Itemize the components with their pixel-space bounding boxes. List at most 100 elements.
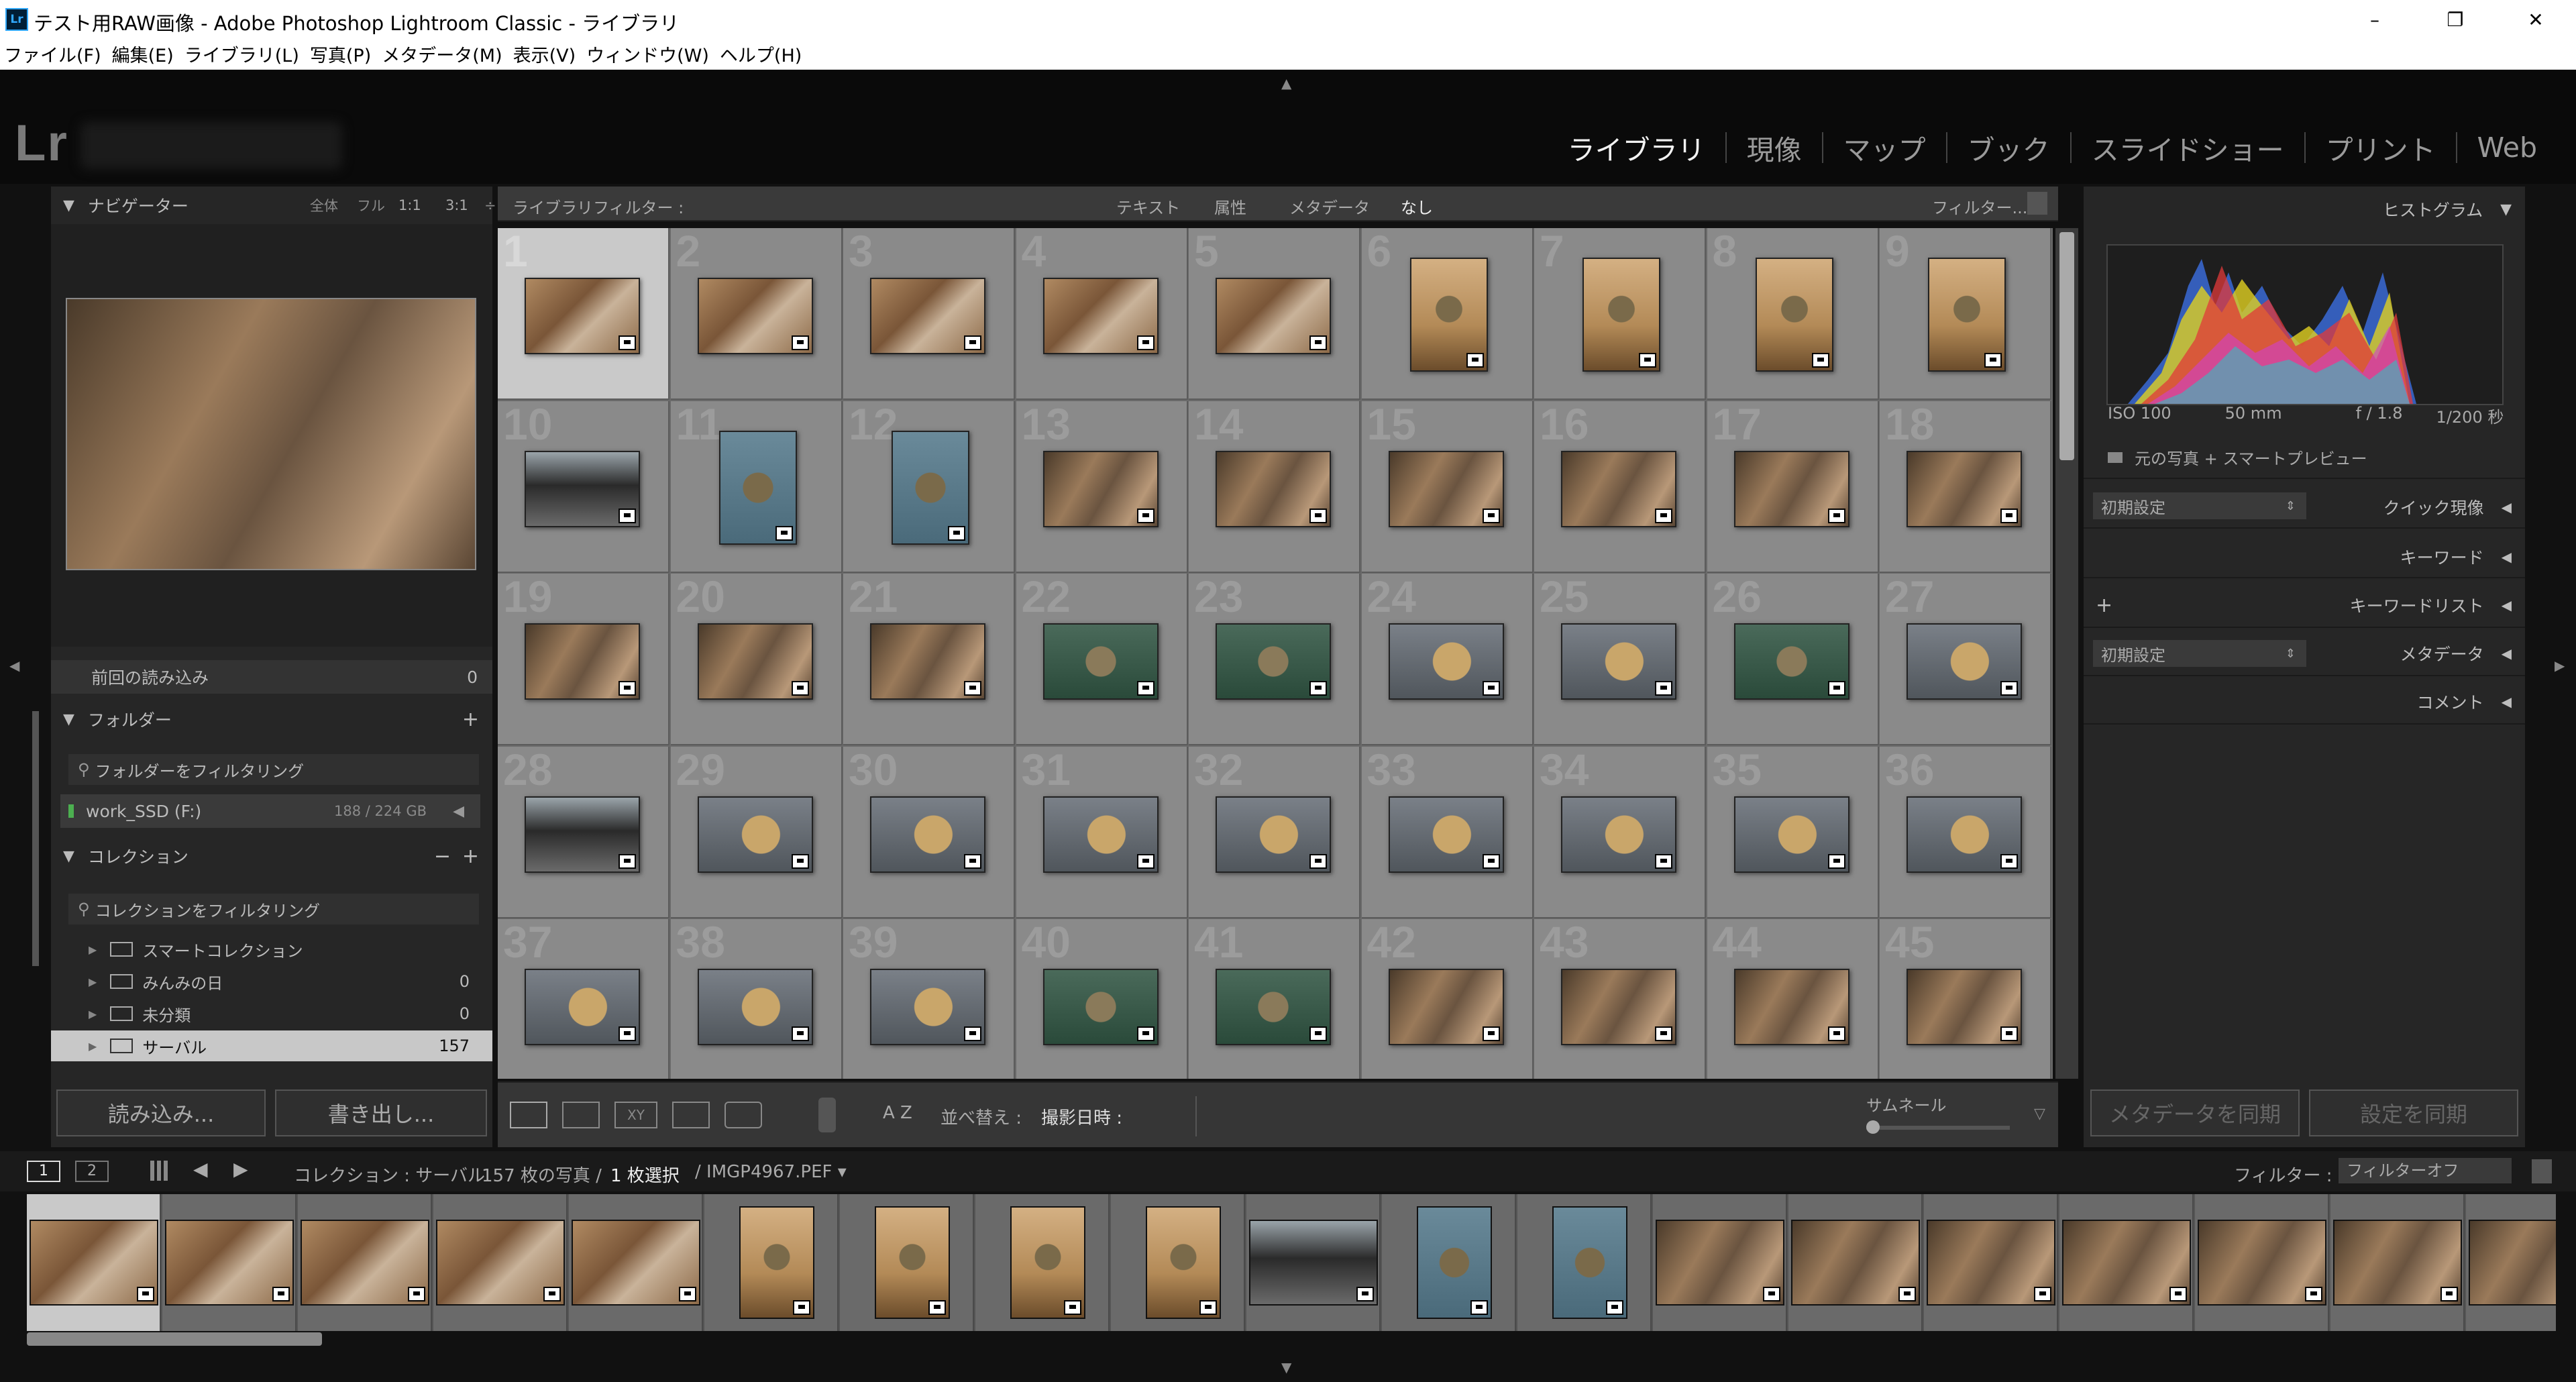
expand-triangle-icon[interactable]: ▶ (89, 1040, 97, 1053)
metadata-badge-icon[interactable] (2000, 1026, 2018, 1041)
zoom-fit[interactable]: 全体 (310, 195, 338, 215)
grid-cell[interactable]: 24 (1361, 572, 1534, 745)
filmstrip-thumbnail[interactable] (1249, 1220, 1378, 1306)
folder-filter-input[interactable]: ⚲ フォルダーをフィルタリング (68, 754, 479, 785)
grid-cell[interactable]: 15 (1361, 399, 1534, 573)
photo-thumbnail[interactable] (1561, 450, 1676, 527)
grid-cell[interactable]: 4 (1016, 228, 1188, 400)
zoom-more[interactable]: ÷ (484, 197, 496, 213)
photo-thumbnail[interactable] (1409, 258, 1488, 372)
sync-settings-button[interactable]: 設定を同期 (2309, 1089, 2518, 1136)
collection-item[interactable]: ▶ 未分類 0 (51, 998, 492, 1029)
filmstrip-cell[interactable] (162, 1194, 297, 1331)
metadata-badge-icon[interactable] (1827, 853, 1845, 869)
grid-cell[interactable]: 1 (498, 228, 669, 400)
expand-triangle-icon[interactable]: ▶ (89, 975, 97, 988)
grid-cell[interactable]: 38 (670, 917, 843, 1079)
right-panel-toggle-icon[interactable]: ▶ (2555, 657, 2565, 674)
thumbnail-size-slider-knob[interactable] (1866, 1120, 1880, 1134)
photo-thumbnail[interactable] (1042, 278, 1159, 354)
grid-cell[interactable]: 7 (1534, 228, 1706, 400)
filmstrip-cell[interactable] (2330, 1194, 2465, 1331)
metadata-badge-icon[interactable] (619, 1026, 636, 1041)
survey-view-icon[interactable] (672, 1102, 710, 1128)
photo-thumbnail[interactable] (697, 278, 813, 354)
metadata-badge-icon[interactable] (1466, 353, 1484, 368)
metadata-badge-icon[interactable] (1064, 1300, 1081, 1315)
expand-triangle-icon[interactable]: ◀ (2502, 499, 2512, 515)
photo-thumbnail[interactable] (1907, 969, 2022, 1045)
export-button[interactable]: 書き出し... (275, 1089, 487, 1136)
menu-help[interactable]: ヘルプ(H) (720, 41, 802, 67)
keyword-list-header[interactable]: + キーワードリスト ◀ (2084, 586, 2512, 624)
primary-display-button[interactable]: 1 (27, 1161, 60, 1182)
left-panel-scrollbar[interactable] (32, 711, 39, 966)
sync-metadata-button[interactable]: メタデータを同期 (2090, 1089, 2300, 1136)
filmstrip-cell[interactable] (433, 1194, 568, 1331)
navigator-preview[interactable] (66, 298, 476, 570)
filmstrip-thumbnail[interactable] (2469, 1220, 2556, 1306)
add-collection-icon[interactable]: + (462, 845, 479, 868)
metadata-badge-icon[interactable] (619, 681, 636, 696)
filmstrip-cell[interactable] (1517, 1194, 1652, 1331)
metadata-badge-icon[interactable] (1639, 353, 1656, 368)
grid-cell[interactable]: 11 (670, 399, 843, 573)
collapse-triangle-icon[interactable]: ▼ (63, 197, 74, 214)
filmstrip-scrollbar[interactable] (27, 1332, 322, 1346)
zoom-1-1[interactable]: 1:1 (398, 197, 421, 213)
filmstrip-cell[interactable] (1788, 1194, 1923, 1331)
loupe-view-icon[interactable] (562, 1102, 600, 1128)
metadata-badge-icon[interactable] (2034, 1287, 2051, 1301)
menu-file[interactable]: ファイル(F) (4, 41, 101, 67)
metadata-badge-icon[interactable] (1136, 508, 1155, 523)
navigator-header[interactable]: ▼ ナビゲーター 全体 フル 1:1 3:1 ÷ (63, 187, 496, 224)
metadata-badge-icon[interactable] (1763, 1287, 1780, 1301)
grid-cell[interactable]: 39 (843, 917, 1015, 1079)
photo-thumbnail[interactable] (1042, 450, 1159, 527)
zoom-fill[interactable]: フル (357, 195, 385, 215)
menu-edit[interactable]: 編集(E) (112, 41, 174, 67)
grid-view-icon[interactable] (510, 1102, 547, 1128)
photo-thumbnail[interactable] (1561, 796, 1676, 873)
secondary-display-button[interactable]: 2 (75, 1161, 109, 1182)
grid-cell[interactable]: 18 (1880, 399, 2051, 573)
filmstrip-thumbnail[interactable] (1146, 1206, 1221, 1319)
back-arrow-icon[interactable]: ◀ (193, 1158, 208, 1180)
metadata-badge-icon[interactable] (793, 1300, 810, 1315)
grid-cell[interactable]: 27 (1880, 572, 2051, 745)
filter-tab-none[interactable]: なし (1401, 195, 1433, 218)
photo-thumbnail[interactable] (1388, 796, 1504, 873)
filmstrip-thumbnail[interactable] (165, 1220, 294, 1306)
filmstrip-cell[interactable] (27, 1194, 161, 1331)
metadata-badge-icon[interactable] (272, 1287, 290, 1301)
filmstrip-cell[interactable] (840, 1194, 974, 1331)
sort-direction-icon[interactable]: A Z (883, 1103, 912, 1123)
filmstrip-cell[interactable] (1653, 1194, 1787, 1331)
import-button[interactable]: 読み込み... (56, 1089, 266, 1136)
metadata-badge-icon[interactable] (1482, 508, 1500, 523)
volume-expand-icon[interactable]: ◀ (453, 803, 464, 820)
photo-thumbnail[interactable] (1755, 258, 1833, 372)
histogram[interactable] (2106, 244, 2504, 405)
photo-thumbnail[interactable] (1042, 623, 1159, 700)
filmstrip-cell[interactable] (1246, 1194, 1381, 1331)
grid-scrollbar-thumb[interactable] (2059, 232, 2074, 460)
metadata-badge-icon[interactable] (1827, 1026, 1845, 1041)
grid-cell[interactable]: 6 (1361, 228, 1534, 400)
grid-cell[interactable]: 23 (1189, 572, 1360, 745)
metadata-badge-icon[interactable] (1827, 681, 1845, 696)
metadata-badge-icon[interactable] (964, 1026, 981, 1041)
module-map[interactable]: マップ (1823, 127, 1946, 168)
grid-cell[interactable]: 5 (1189, 228, 1360, 400)
photo-thumbnail[interactable] (1733, 623, 1849, 700)
photo-thumbnail[interactable] (1388, 623, 1504, 700)
filmstrip-cell[interactable] (1382, 1194, 1516, 1331)
photo-thumbnail[interactable] (870, 623, 985, 700)
grid-cell[interactable]: 40 (1016, 917, 1188, 1079)
grid-cell[interactable]: 43 (1534, 917, 1706, 1079)
remove-collection-icon[interactable]: − (434, 845, 451, 868)
filmstrip-thumbnail[interactable] (875, 1206, 950, 1319)
metadata-badge-icon[interactable] (1482, 853, 1500, 869)
grid-cell[interactable]: 9 (1880, 228, 2051, 400)
grid-cell[interactable]: 21 (843, 572, 1015, 745)
